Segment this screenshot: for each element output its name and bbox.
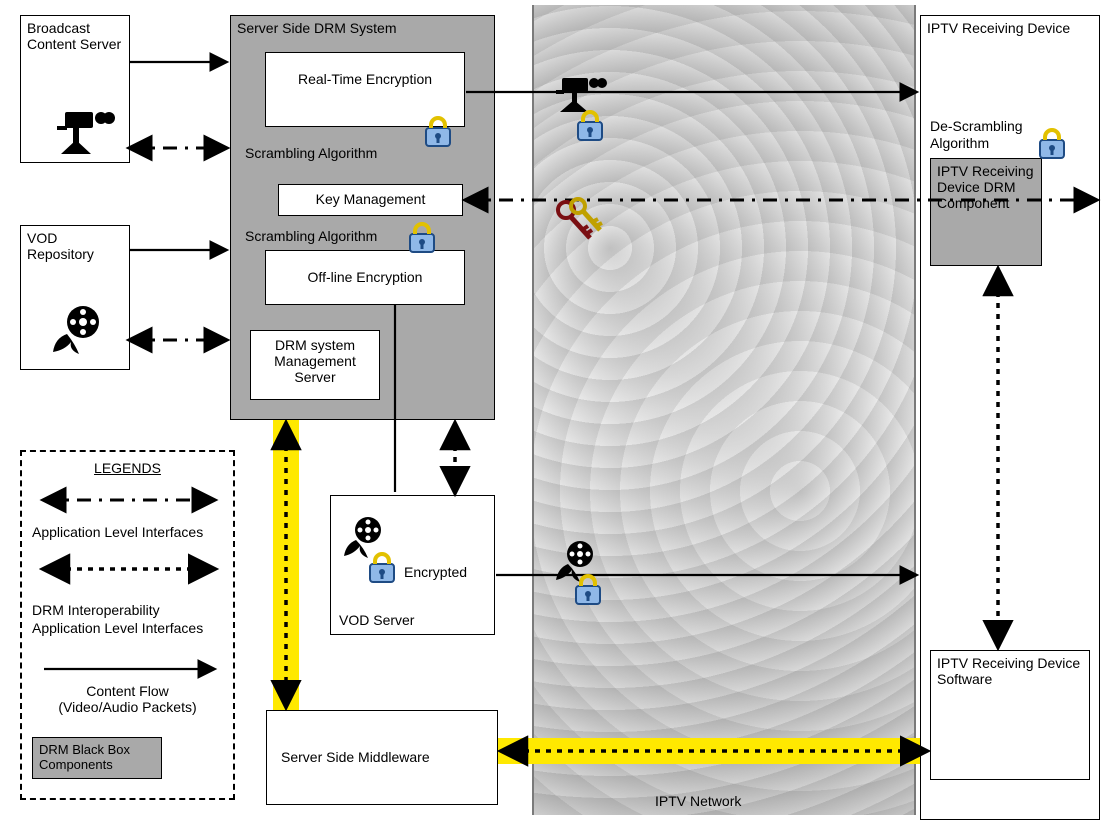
film-reel-icon xyxy=(49,304,109,359)
legends-box: LEGENDS Application Level Interfaces DRM… xyxy=(20,450,235,800)
scrambling-algorithm-2-label: Scrambling Algorithm xyxy=(245,228,377,245)
legend-blackbox-label: DRM Black Box Components xyxy=(39,742,130,772)
descrambling-algorithm-label: De-Scrambling Algorithm xyxy=(930,118,1080,152)
legend-interop-label: DRM Interoperability Application Level I… xyxy=(32,602,223,637)
iptv-software-label: IPTV Receiving Device Software xyxy=(937,655,1080,687)
yellow-highlight-drm-to-middleware xyxy=(273,420,299,710)
realtime-encryption-label: Real-Time Encryption xyxy=(298,71,432,87)
key-management-box: Key Management xyxy=(278,184,463,216)
iptv-drm-component-label: IPTV Receiving Device DRM Component xyxy=(937,163,1033,211)
yellow-highlight-middleware-to-software xyxy=(498,738,931,764)
iptv-network-region xyxy=(532,5,916,815)
key-management-label: Key Management xyxy=(316,191,426,207)
realtime-encryption-box: Real-Time Encryption xyxy=(265,52,465,127)
server-side-drm-title: Server Side DRM System xyxy=(237,20,396,36)
server-side-middleware-label: Server Side Middleware xyxy=(281,749,430,765)
iptv-drm-component-box: IPTV Receiving Device DRM Component xyxy=(930,158,1042,266)
iptv-network-label: IPTV Network xyxy=(655,793,741,810)
vod-repository-box: VOD Repository xyxy=(20,225,130,370)
legend-blackbox: DRM Black Box Components xyxy=(32,737,162,779)
broadcast-content-server-box: Broadcast Content Server xyxy=(20,15,130,163)
vod-server-title: VOD Server xyxy=(339,612,414,628)
offline-encryption-label: Off-line Encryption xyxy=(308,269,423,285)
server-side-middleware-box: Server Side Middleware xyxy=(266,710,498,805)
camera-icon xyxy=(57,108,117,158)
scrambling-algorithm-1-label: Scrambling Algorithm xyxy=(245,145,377,162)
vod-repository-label: VOD Repository xyxy=(27,230,94,262)
legends-title: LEGENDS xyxy=(32,460,223,476)
drm-management-server-label: DRM system Management Server xyxy=(274,337,356,385)
iptv-software-box: IPTV Receiving Device Software xyxy=(930,650,1090,780)
broadcast-content-server-label: Broadcast Content Server xyxy=(27,20,121,52)
encrypted-label: Encrypted xyxy=(404,564,467,581)
legend-content-flow-label-2: (Video/Audio Packets) xyxy=(32,699,223,715)
offline-encryption-box: Off-line Encryption xyxy=(265,250,465,305)
iptv-receiving-device-label: IPTV Receiving Device xyxy=(927,20,1070,36)
legend-app-level-label: Application Level Interfaces xyxy=(32,524,223,540)
legend-content-flow-label-1: Content Flow xyxy=(32,683,223,699)
drm-management-server-box: DRM system Management Server xyxy=(250,330,380,400)
